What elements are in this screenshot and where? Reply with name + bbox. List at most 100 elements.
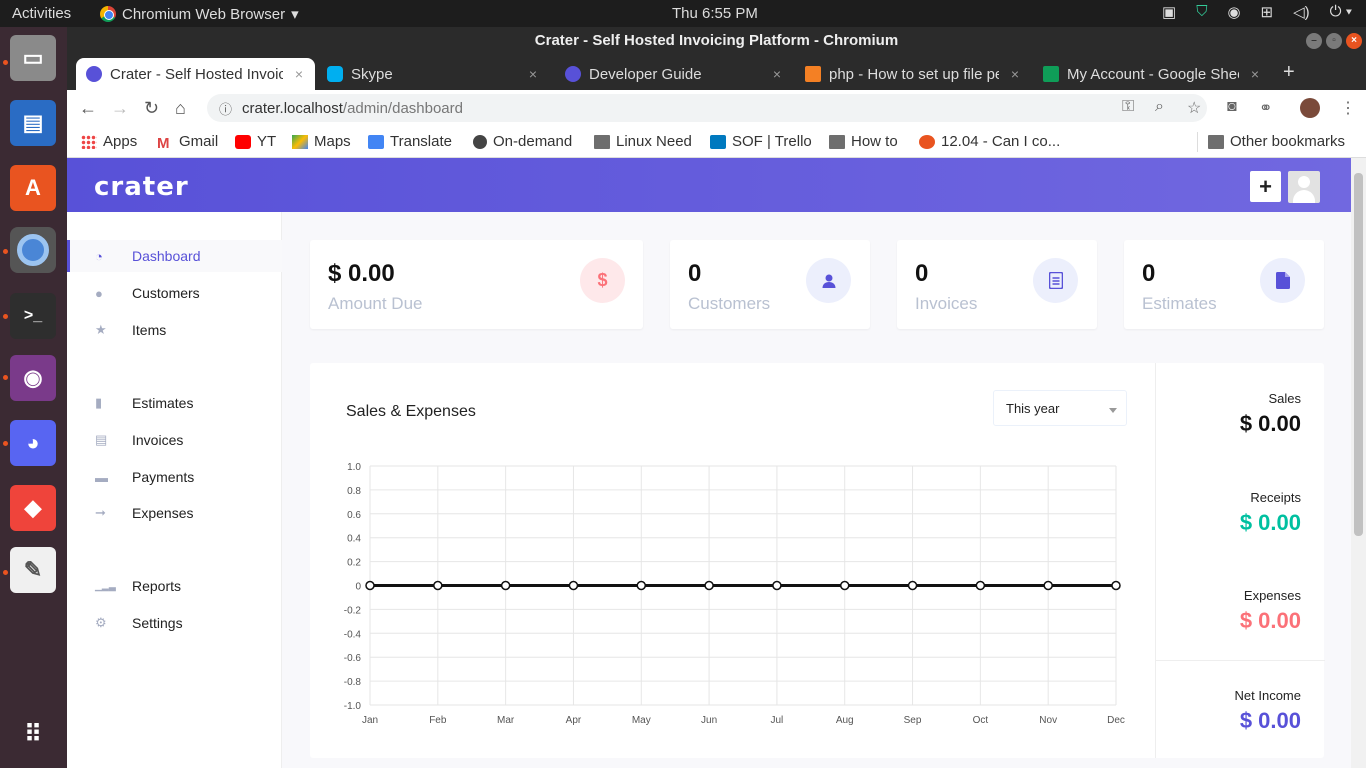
invoices-card[interactable]: 0 Invoices	[897, 240, 1097, 329]
bookmark-how-to[interactable]: How to	[829, 133, 898, 150]
bookmark-gmail[interactable]: M Gmail	[157, 133, 218, 152]
back-icon[interactable]: ←	[79, 98, 97, 119]
bookmark-apps[interactable]: Apps	[81, 133, 137, 150]
x-tick-label: Oct	[973, 715, 989, 726]
data-point	[772, 580, 782, 591]
crater-logo[interactable]: crater	[94, 172, 189, 202]
amount-due-card[interactable]: $ 0.00 Amount Due $	[310, 240, 643, 329]
page-scrollbar[interactable]	[1351, 158, 1366, 768]
power-icon[interactable]: ⏻ ▾	[1330, 3, 1352, 21]
y-tick-label: -1.0	[344, 701, 362, 712]
bookmark-star-icon[interactable]: ☆	[1187, 98, 1201, 118]
bookmark-linux-need[interactable]: Linux Need	[594, 133, 692, 150]
writer-icon[interactable]: ▤	[10, 100, 56, 146]
anydesk-icon[interactable]: ◆	[10, 485, 56, 531]
chromium-dock-icon[interactable]	[10, 227, 56, 273]
text-editor-icon[interactable]: ✎	[10, 547, 56, 593]
x-tick-label: May	[632, 715, 651, 726]
discord-dock-icon[interactable]: ◕	[10, 420, 56, 466]
globe-icon	[473, 134, 487, 149]
extension-icon[interactable]: ⚭	[1259, 98, 1272, 118]
sidebar-item-payments[interactable]: ▬ Payments	[67, 461, 282, 493]
maximize-icon[interactable]: ▫	[1326, 33, 1342, 49]
customers-card[interactable]: 0 Customers	[670, 240, 870, 329]
zoom-icon[interactable]: ⌕	[1155, 98, 1164, 116]
tab-crater[interactable]: Crater - Self Hosted Invoic ×	[76, 58, 315, 90]
network-icon[interactable]: ⊞	[1261, 3, 1274, 21]
app-menu[interactable]: Chromium Web Browser ▾	[100, 5, 299, 23]
card-label: Invoices	[915, 294, 978, 313]
sidebar-item-invoices[interactable]: ▤ Invoices	[67, 424, 282, 456]
info-icon[interactable]: ⓘ	[219, 99, 232, 118]
video-player-icon[interactable]: ◉	[10, 355, 56, 401]
user-icon: ●	[95, 285, 103, 301]
menu-icon[interactable]: ⋮	[1340, 98, 1356, 118]
x-tick-label: Nov	[1039, 715, 1057, 726]
close-window-icon[interactable]: ×	[1346, 33, 1362, 49]
bookmark-maps[interactable]: Maps	[292, 133, 351, 150]
bookmark-on-demand[interactable]: On-demand	[473, 133, 572, 150]
new-tab-button[interactable]: +	[1283, 61, 1295, 84]
chromium-icon	[100, 6, 116, 22]
sidebar-item-reports[interactable]: ▁▂▃ Reports	[67, 570, 282, 602]
gear-icon: ⚙	[95, 615, 107, 630]
files-icon[interactable]: ▭	[10, 35, 56, 81]
period-select[interactable]: This year	[993, 390, 1127, 426]
credit-card-icon: ▬	[95, 469, 108, 485]
other-bookmarks[interactable]: Other bookmarks	[1208, 133, 1345, 150]
expenses-icon: ➞	[95, 505, 106, 520]
profile-avatar[interactable]	[1300, 98, 1320, 118]
forward-icon[interactable]: →	[111, 98, 129, 119]
sidebar-item-items[interactable]: ★ Items	[67, 314, 282, 346]
bookmark-askubuntu[interactable]: 12.04 - Can I co...	[919, 133, 1060, 150]
signal-icon: ▁▂▃	[95, 580, 116, 591]
window-titlebar: Crater - Self Hosted Invoicing Platform …	[67, 27, 1366, 55]
screenshot-extension-icon[interactable]: ◙	[1227, 98, 1237, 116]
bookmark-yt[interactable]: YT	[235, 133, 276, 150]
sidebar-item-estimates[interactable]: ▮ Estimates	[67, 387, 282, 419]
close-tab-icon[interactable]: ×	[291, 66, 307, 82]
sidebar-item-settings[interactable]: ⚙ Settings	[67, 607, 282, 639]
key-icon[interactable]: ⚿	[1122, 98, 1134, 116]
chevron-down-icon	[1109, 408, 1117, 413]
software-center-icon[interactable]: A	[10, 165, 56, 211]
discord-icon[interactable]: ◉	[1227, 3, 1240, 21]
x-tick-label: Dec	[1107, 715, 1125, 726]
home-icon[interactable]: ⌂	[175, 98, 186, 119]
minimize-icon[interactable]: –	[1306, 33, 1322, 49]
document-icon	[1260, 258, 1305, 303]
close-tab-icon[interactable]: ×	[525, 66, 541, 82]
tab-developer-guide[interactable]: Developer Guide ×	[555, 58, 793, 90]
close-tab-icon[interactable]: ×	[1247, 66, 1263, 82]
sidebar-item-dashboard[interactable]: ◔ Dashboard	[67, 240, 282, 272]
tab-stackoverflow[interactable]: php - How to set up file pe ×	[795, 58, 1031, 90]
tab-google-sheets[interactable]: My Account - Google Shee ×	[1033, 58, 1271, 90]
estimates-card[interactable]: 0 Estimates	[1124, 240, 1324, 329]
reload-icon[interactable]: ↻	[144, 98, 159, 119]
address-bar[interactable]: ⓘ crater.localhost/admin/dashboard	[207, 94, 1207, 122]
app-header: crater +	[67, 158, 1351, 212]
system-tray: ▣ ⛉ ◉ ⊞ ◁) ⏻ ▾	[1162, 3, 1352, 21]
youtube-icon	[235, 134, 251, 149]
stat-label: Sales	[1268, 391, 1301, 406]
volume-icon[interactable]: ◁)	[1293, 3, 1310, 21]
tab-skype[interactable]: Skype ×	[317, 58, 549, 90]
tab-title: Skype	[351, 65, 393, 83]
terminal-icon[interactable]: >_	[10, 293, 56, 339]
user-avatar[interactable]	[1288, 171, 1320, 203]
bookmark-sof-trello[interactable]: SOF | Trello	[710, 133, 812, 150]
close-tab-icon[interactable]: ×	[769, 66, 785, 82]
show-apps-icon[interactable]: ⠿	[10, 711, 56, 757]
bookmark-translate[interactable]: Translate	[368, 133, 452, 150]
add-new-button[interactable]: +	[1250, 171, 1281, 202]
sidebar-item-expenses[interactable]: ➞ Expenses	[67, 497, 282, 529]
close-tab-icon[interactable]: ×	[1007, 66, 1023, 82]
sidebar-item-customers[interactable]: ● Customers	[67, 277, 282, 309]
camera-icon[interactable]: ▣	[1162, 3, 1176, 21]
activities-button[interactable]: Activities	[12, 5, 71, 22]
shield-icon[interactable]: ⛉	[1196, 3, 1207, 21]
clock[interactable]: Thu 6:55 PM	[672, 5, 758, 22]
x-tick-label: Sep	[904, 715, 922, 726]
translate-icon	[368, 134, 384, 149]
crater-app: crater + ◔ Dashboard ● Customers ★ Items ▮ E…	[67, 158, 1351, 768]
